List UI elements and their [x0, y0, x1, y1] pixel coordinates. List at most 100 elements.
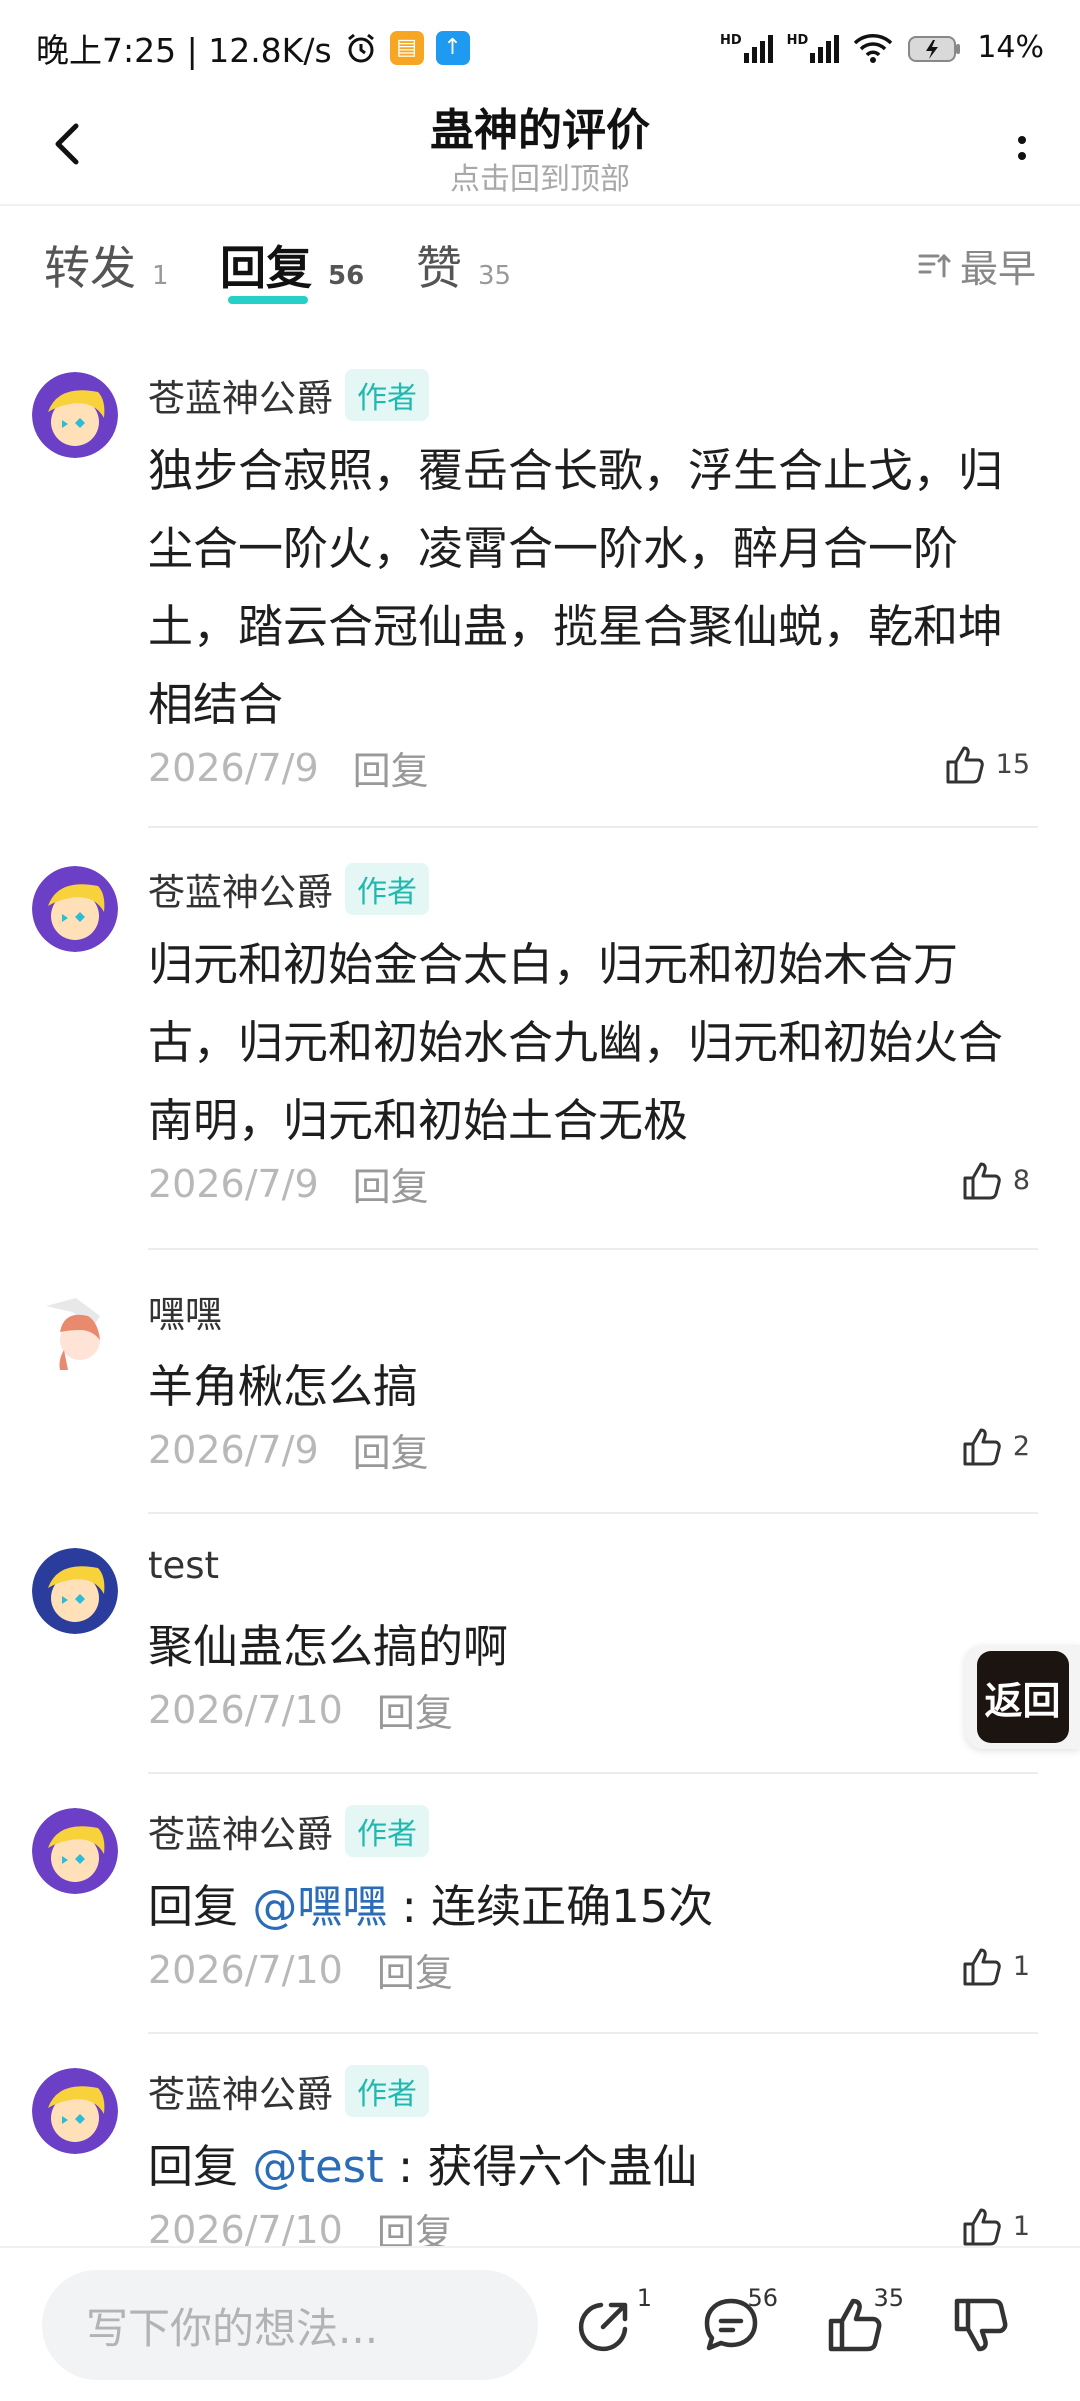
comment-text: 羊角楸怎么搞: [148, 1360, 419, 1413]
more-options-button[interactable]: [1002, 118, 1042, 178]
share-icon: [578, 2302, 628, 2352]
comment-meta: 2026/7/9 回复: [148, 740, 429, 795]
status-time-speed: 晚上7:25 | 12.8K/s: [36, 30, 332, 70]
tab-count: 1: [152, 261, 169, 291]
comment-text: 归元和初始金合太白，归元和初始木合万古，归元和初始水合九幽，归元和初始火合南明，…: [148, 938, 1004, 1147]
bottom-action-bar: 写下你的想法... 1 56 35: [0, 2246, 1080, 2401]
author-badge: 作者: [345, 2065, 429, 2117]
reply-button[interactable]: 回复: [353, 740, 429, 795]
upload-app-icon: ↑: [435, 30, 470, 65]
like-button[interactable]: 15: [944, 742, 1030, 786]
username[interactable]: 苍蓝神公爵: [148, 862, 333, 916]
comment-date: 2026/7/10: [148, 1687, 343, 1732]
page-header: 蛊神的评价 点击回到顶部: [0, 88, 1080, 206]
thumbs-up-icon: [963, 2208, 1001, 2246]
thumbs-up-icon: [963, 1428, 1001, 1466]
reply-button[interactable]: 回复: [353, 1422, 429, 1477]
comment-item: 苍蓝神公爵 作者 独步合寂照，覆岳合长歌，浮生合止戈，归尘合一阶火，凌霄合一阶水…: [0, 340, 1080, 830]
share-count: 1: [636, 2284, 652, 2312]
username-row: 苍蓝神公爵 作者: [148, 368, 429, 422]
status-right: HD HD 14%: [720, 30, 1044, 65]
status-left: 晚上7:25 | 12.8K/s ▤ ↑: [36, 24, 470, 72]
username-row: 嘿嘿: [148, 1284, 222, 1338]
wifi-icon: [854, 33, 893, 63]
alarm-icon: [347, 33, 374, 62]
comment-text: 独步合寂照，覆岳合长歌，浮生合止戈，归尘合一阶火，凌霄合一阶水，醉月合一阶土，踏…: [148, 444, 1004, 731]
username[interactable]: test: [148, 1544, 219, 1587]
signal-1-icon: HD: [720, 33, 773, 63]
username[interactable]: 嘿嘿: [148, 1284, 222, 1338]
tab-count: 56: [328, 261, 365, 291]
sort-icon: [918, 253, 951, 277]
thumbs-down-icon: [954, 2298, 1008, 2352]
comment-item: 苍蓝神公爵 作者 回复 @嘿嘿 : 连续正确15次 2026/7/10 回复 1: [0, 1776, 1080, 2036]
reply-button[interactable]: 回复: [377, 1942, 453, 1997]
username-row: 苍蓝神公爵 作者: [148, 1804, 429, 1858]
mention-link[interactable]: @嘿嘿: [252, 1880, 387, 1933]
like-count: 8: [1012, 1164, 1030, 1196]
reply-prefix: 回复: [148, 1880, 253, 1933]
thumbs-up-icon: [963, 1948, 1001, 1986]
divider: [148, 1772, 1038, 1774]
comment-text: 聚仙蛊怎么搞的啊: [148, 1620, 509, 1673]
sort-button[interactable]: 最早: [916, 238, 1036, 293]
battery-percent: 14%: [977, 30, 1044, 65]
tab-likes[interactable]: 赞 35: [416, 232, 511, 298]
reply-button[interactable]: 回复: [353, 1156, 429, 1211]
like-count: 35: [873, 2284, 904, 2312]
comment-item: 苍蓝神公爵 作者 归元和初始金合太白，归元和初始木合万古，归元和初始水合九幽，归…: [0, 834, 1080, 1252]
comment-input[interactable]: 写下你的想法...: [42, 2270, 538, 2380]
mention-link[interactable]: @test: [252, 2140, 383, 2193]
comment-meta: 2026/7/9 回复: [148, 1156, 429, 1211]
tab-label: 赞: [416, 241, 462, 295]
comment-meta: 2026/7/10 回复: [148, 2202, 453, 2247]
divider: [148, 1512, 1038, 1514]
tab-count: 35: [478, 261, 512, 291]
tab-replies[interactable]: 回复 56: [220, 232, 364, 298]
battery-icon: [908, 35, 961, 62]
reply-button[interactable]: 回复: [377, 1682, 453, 1737]
comment-date: 2026/7/10: [148, 1947, 343, 1992]
comment-date: 2026/7/9: [148, 1161, 319, 1206]
like-button[interactable]: 8: [961, 1158, 1030, 1202]
username[interactable]: 苍蓝神公爵: [148, 2064, 333, 2118]
reply-prefix: 回复: [148, 2140, 253, 2193]
username[interactable]: 苍蓝神公爵: [148, 368, 333, 422]
comment-date: 2026/7/10: [148, 2207, 343, 2247]
divider: [148, 826, 1038, 828]
avatar[interactable]: [32, 372, 118, 458]
tab-bar: 转发 1 回复 56 赞 35 最早: [0, 232, 1080, 312]
like-button[interactable]: 1: [961, 1944, 1030, 1988]
reply-body: : 连续正确15次: [387, 1880, 714, 1933]
username[interactable]: 苍蓝神公爵: [148, 1804, 333, 1858]
comment-button[interactable]: 56: [686, 2280, 778, 2370]
more-dot: [1018, 152, 1026, 160]
like-post-button[interactable]: 35: [812, 2280, 904, 2370]
tab-forward[interactable]: 转发 1: [44, 232, 169, 298]
comment-text: 回复 @test : 获得六个蛊仙: [148, 2128, 1038, 2206]
avatar[interactable]: [32, 866, 118, 952]
avatar[interactable]: [32, 2068, 118, 2154]
active-tab-indicator: [228, 296, 308, 304]
signal-2-icon: HD: [787, 33, 840, 63]
share-button[interactable]: 1: [560, 2280, 652, 2370]
comment-count: 56: [747, 2284, 778, 2312]
notes-app-icon: ▤: [389, 30, 424, 65]
avatar[interactable]: [32, 1288, 118, 1374]
floating-return-button[interactable]: 返回: [965, 1645, 1080, 1749]
comment-item: 苍蓝神公爵 作者 回复 @test : 获得六个蛊仙 2026/7/10 回复 …: [0, 2036, 1080, 2246]
comment-date: 2026/7/9: [148, 745, 319, 790]
like-button[interactable]: 1: [961, 2204, 1030, 2246]
reply-button[interactable]: 回复: [377, 2202, 453, 2246]
dislike-button[interactable]: [938, 2280, 1028, 2370]
avatar[interactable]: [32, 1548, 118, 1634]
like-button[interactable]: 2: [961, 1424, 1030, 1468]
comment-item: 嘿嘿 羊角楸怎么搞 2026/7/9 回复 2: [0, 1256, 1080, 1516]
avatar[interactable]: [32, 1808, 118, 1894]
comment-item: test 聚仙蛊怎么搞的啊 2026/7/10 回复: [0, 1516, 1080, 1776]
scroll-to-top-hint[interactable]: 点击回到顶部: [0, 154, 1080, 198]
comment-text: 回复 @嘿嘿 : 连续正确15次: [148, 1868, 1038, 1946]
like-count: 1: [1012, 2210, 1030, 2242]
author-badge: 作者: [345, 369, 429, 421]
page-title: 蛊神的评价: [430, 105, 650, 156]
